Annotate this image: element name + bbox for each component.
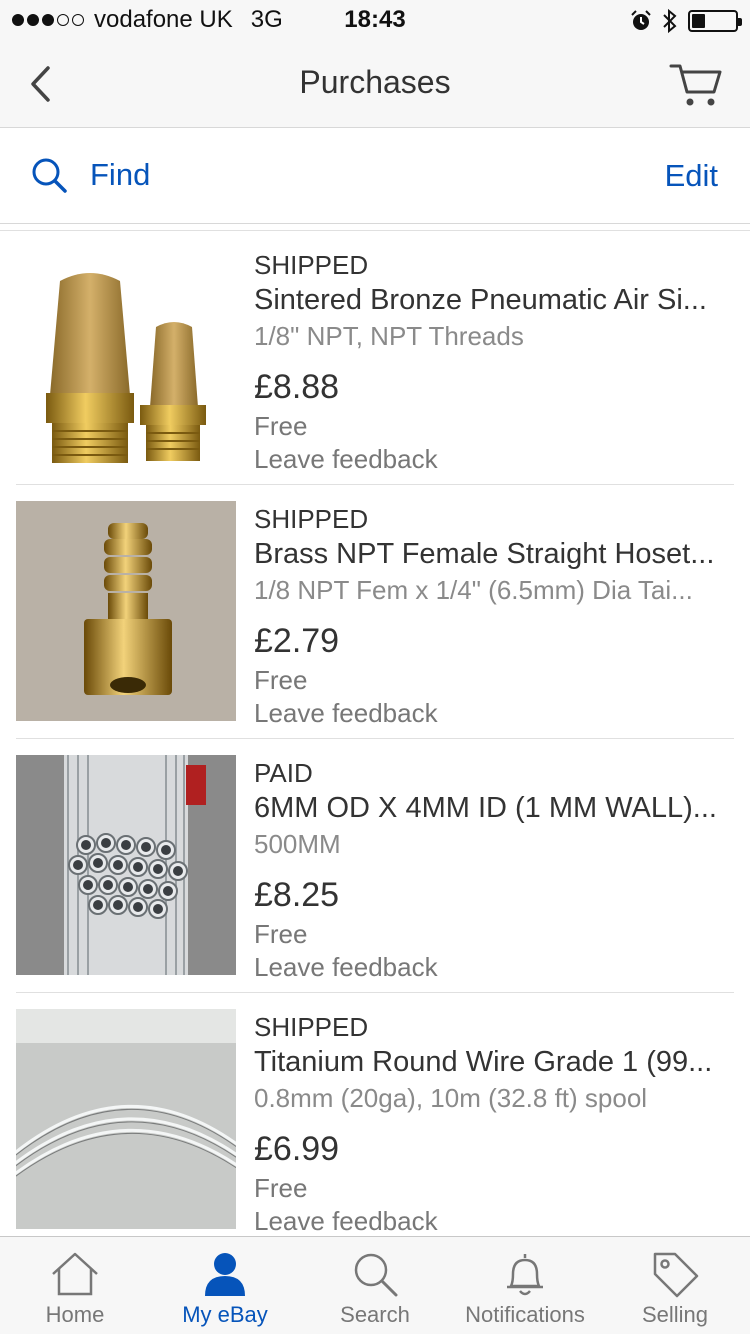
status-bar: vodafone UK 3G 18:43 xyxy=(0,0,750,40)
battery-level xyxy=(692,14,705,28)
leave-feedback-link[interactable]: Leave feedback xyxy=(254,951,738,983)
leave-feedback-link[interactable]: Leave feedback xyxy=(254,697,738,729)
item-variant: 1/8" NPT, NPT Threads xyxy=(254,321,524,351)
item-thumbnail-bronze-silencers[interactable] xyxy=(16,247,236,467)
find-label: Find xyxy=(90,157,151,192)
alarm-icon xyxy=(631,10,651,30)
tab-bar: Home My eBay Search Notifications Sellin… xyxy=(0,1236,750,1334)
item-title[interactable]: 6MM OD X 4MM ID (1 MM WALL)... xyxy=(254,789,738,827)
item-status: SHIPPED xyxy=(254,1012,369,1042)
tab-label: Notifications xyxy=(465,1302,585,1327)
item-shipping: Free xyxy=(254,665,308,695)
search-icon xyxy=(32,158,67,193)
item-price: £2.79 xyxy=(254,622,340,660)
item-price: £8.88 xyxy=(254,368,340,406)
tab-label: Selling xyxy=(641,1302,709,1327)
purchases-list[interactable]: SHIPPED Sintered Bronze Pneumatic Air Si… xyxy=(0,230,750,1236)
item-shipping: Free xyxy=(254,411,308,441)
item-details: PAID 6MM OD X 4MM ID (1 MM WALL)... 500M… xyxy=(254,757,738,983)
edit-button[interactable]: Edit xyxy=(665,158,718,194)
item-details: SHIPPED Sintered Bronze Pneumatic Air Si… xyxy=(254,249,738,475)
item-variant: 0.8mm (20ga), 10m (32.8 ft) spool xyxy=(254,1083,648,1113)
search-icon xyxy=(354,1253,398,1297)
cart-icon xyxy=(669,64,722,106)
item-title[interactable]: Sintered Bronze Pneumatic Air Si... xyxy=(254,281,738,319)
tab-search[interactable]: Search xyxy=(300,1237,450,1334)
tab-label: Home xyxy=(45,1302,105,1327)
find-button[interactable]: Find xyxy=(30,156,150,194)
purchase-item[interactable]: PAID 6MM OD X 4MM ID (1 MM WALL)... 500M… xyxy=(0,739,750,993)
item-variant: 1/8 NPT Fem x 1/4" (6.5mm) Dia Tai... xyxy=(254,575,693,605)
item-shipping: Free xyxy=(254,1173,308,1203)
find-bar: Find Edit xyxy=(0,128,750,224)
purchase-item[interactable]: SHIPPED Sintered Bronze Pneumatic Air Si… xyxy=(0,231,750,485)
tag-icon xyxy=(653,1252,699,1298)
item-thumbnail-brass-hosetail[interactable] xyxy=(16,501,236,721)
item-status: SHIPPED xyxy=(254,250,369,280)
item-details: SHIPPED Brass NPT Female Straight Hoset.… xyxy=(254,503,738,729)
item-price: £8.25 xyxy=(254,876,340,914)
leave-feedback-link[interactable]: Leave feedback xyxy=(254,1205,738,1236)
page-title: Purchases xyxy=(299,64,451,100)
item-title[interactable]: Titanium Round Wire Grade 1 (99... xyxy=(254,1043,738,1081)
item-price: £6.99 xyxy=(254,1130,340,1168)
navigation-bar: Purchases xyxy=(0,40,750,128)
tab-label: My eBay xyxy=(182,1302,268,1327)
bell-icon xyxy=(507,1254,543,1296)
cart-button[interactable] xyxy=(668,60,724,110)
tab-notifications[interactable]: Notifications xyxy=(450,1237,600,1334)
item-details: SHIPPED Titanium Round Wire Grade 1 (99.… xyxy=(254,1011,738,1236)
home-icon xyxy=(52,1252,98,1296)
purchase-item[interactable]: SHIPPED Titanium Round Wire Grade 1 (99.… xyxy=(0,993,750,1236)
tab-label: Search xyxy=(340,1302,410,1327)
item-title[interactable]: Brass NPT Female Straight Hoset... xyxy=(254,535,738,573)
status-right xyxy=(630,8,742,34)
purchase-item[interactable]: SHIPPED Brass NPT Female Straight Hoset.… xyxy=(0,485,750,739)
tab-home[interactable]: Home xyxy=(0,1237,150,1334)
item-status: PAID xyxy=(254,758,313,788)
battery-icon xyxy=(688,10,742,32)
tab-my-ebay[interactable]: My eBay xyxy=(150,1237,300,1334)
item-thumbnail-steel-tubes[interactable] xyxy=(16,755,236,975)
item-shipping: Free xyxy=(254,919,308,949)
item-status: SHIPPED xyxy=(254,504,369,534)
leave-feedback-link[interactable]: Leave feedback xyxy=(254,443,738,475)
item-variant: 500MM xyxy=(254,829,341,859)
person-icon xyxy=(205,1253,245,1296)
item-thumbnail-titanium-wire[interactable] xyxy=(16,1009,236,1229)
bluetooth-icon xyxy=(663,8,677,34)
tab-selling[interactable]: Selling xyxy=(600,1237,750,1334)
